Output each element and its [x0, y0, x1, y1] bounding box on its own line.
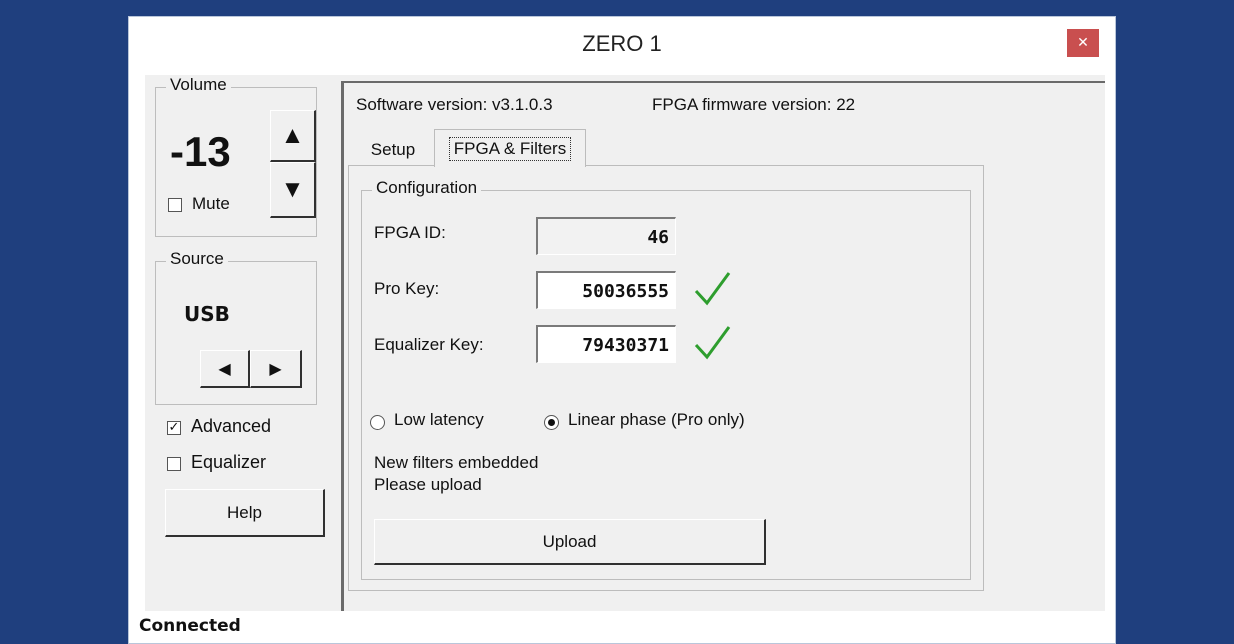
checkmark-icon — [694, 326, 731, 360]
filter-message-line1: New filters embedded — [374, 453, 539, 472]
source-group-label: Source — [166, 249, 228, 269]
left-arrow-icon: ◀ — [218, 360, 231, 378]
app-window: ZERO 1 ✕ Volume -13 ▲ ▼ Mute Source USB … — [128, 16, 1116, 644]
equalizer-key-label: Equalizer Key: — [374, 335, 484, 354]
equalizer-key-input[interactable]: 79430371 — [536, 325, 676, 363]
configuration-group-label: Configuration — [372, 178, 482, 198]
linear-phase-label: Linear phase (Pro only) — [568, 410, 745, 429]
help-button-label: Help — [227, 502, 262, 522]
close-icon: ✕ — [1077, 35, 1089, 51]
up-arrow-icon: ▲ — [280, 121, 305, 149]
checkmark-icon — [694, 272, 731, 306]
upload-button-label: Upload — [542, 531, 597, 551]
settings-panel: Software version: v3.1.0.3 FPGA firmware… — [341, 81, 1105, 611]
volume-value: -13 — [170, 128, 231, 175]
volume-group: Volume -13 ▲ ▼ Mute — [155, 75, 317, 237]
mute-checkbox[interactable] — [168, 198, 182, 212]
source-prev-button[interactable]: ◀ — [200, 350, 250, 388]
low-latency-label: Low latency — [394, 410, 484, 429]
filter-message-line2: Please upload — [374, 475, 482, 494]
volume-up-button[interactable]: ▲ — [270, 110, 316, 162]
volume-group-label: Volume — [166, 75, 231, 95]
tab-fpga-filters[interactable]: FPGA & Filters — [434, 129, 586, 167]
help-button[interactable]: Help — [165, 489, 325, 537]
fpga-id-label: FPGA ID: — [374, 223, 446, 242]
status-text: Connected — [139, 616, 241, 636]
fpga-id-field: 46 — [536, 217, 676, 255]
equalizer-label: Equalizer — [191, 452, 267, 472]
right-arrow-icon: ▶ — [269, 360, 282, 378]
volume-down-button[interactable]: ▼ — [270, 162, 316, 218]
pro-key-input[interactable]: 50036555 — [536, 271, 676, 309]
equalizer-checkbox[interactable] — [167, 457, 181, 471]
window-title: ZERO 1 — [582, 31, 662, 56]
source-value: USB — [184, 302, 230, 326]
upload-button[interactable]: Upload — [374, 519, 766, 565]
linear-phase-radio[interactable] — [544, 415, 559, 430]
fpga-firmware-version: FPGA firmware version: 22 — [652, 95, 856, 114]
title-bar[interactable]: ZERO 1 ✕ — [129, 17, 1115, 77]
pro-key-label: Pro Key: — [374, 279, 440, 298]
tab-setup-label: Setup — [370, 140, 416, 159]
radio-selected-dot — [548, 419, 555, 426]
mute-label: Mute — [192, 194, 230, 213]
fpga-filters-page: Configuration FPGA ID: 46 Pro Key: 50036… — [348, 165, 984, 591]
source-group: Source USB ◀ ▶ — [155, 249, 317, 405]
software-version: Software version: v3.1.0.3 — [356, 95, 553, 114]
configuration-group: Configuration FPGA ID: 46 Pro Key: 50036… — [361, 178, 971, 580]
tab-fpga-filters-label: FPGA & Filters — [448, 136, 572, 161]
advanced-label: Advanced — [191, 416, 272, 436]
close-button[interactable]: ✕ — [1067, 29, 1099, 57]
tab-setup[interactable]: Setup — [352, 135, 434, 165]
source-next-button[interactable]: ▶ — [250, 350, 302, 388]
low-latency-radio[interactable] — [370, 415, 385, 430]
advanced-checkbox[interactable]: ✓ — [167, 421, 181, 435]
down-arrow-icon: ▼ — [280, 175, 305, 203]
